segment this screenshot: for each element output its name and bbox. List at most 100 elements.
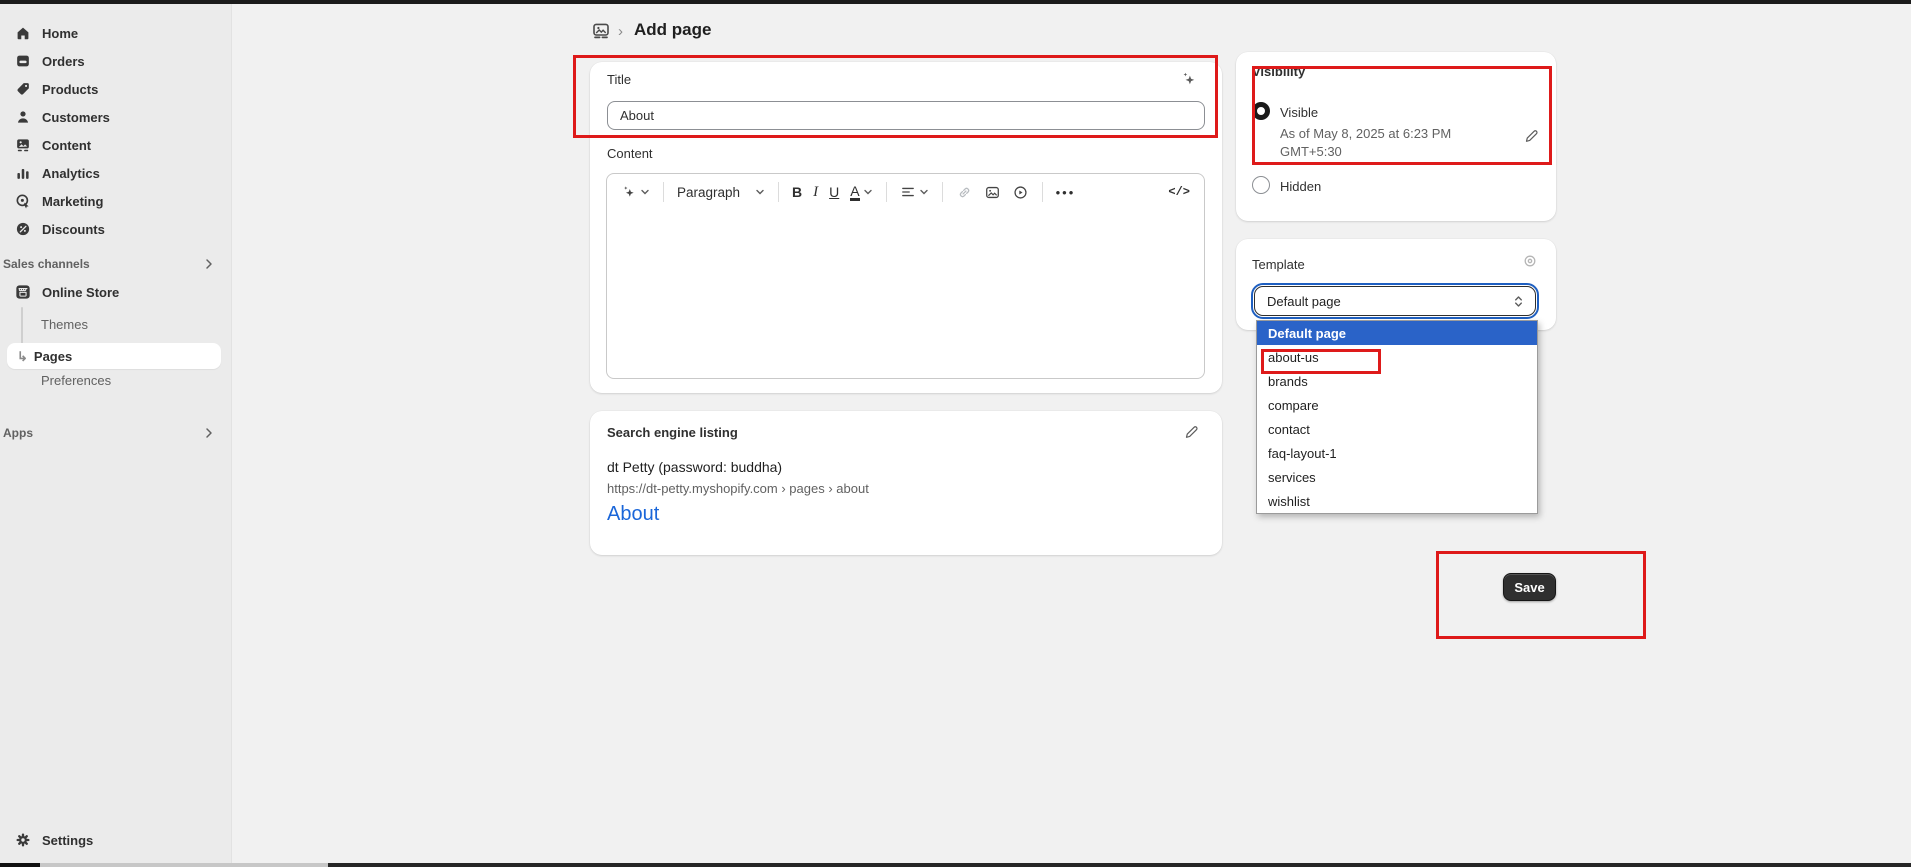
seo-card: Search engine listing dt Petty (password… <box>590 411 1222 555</box>
sidebar-item-customers[interactable]: Customers <box>4 103 224 131</box>
ai-sparkle-button[interactable] <box>617 181 654 203</box>
sidebar-item-products[interactable]: Products <box>4 75 224 103</box>
sidebar-item-online-store[interactable]: Online Store <box>4 278 224 306</box>
window-bottom-edge <box>0 863 1911 867</box>
alignment-button[interactable] <box>896 181 933 203</box>
link-icon[interactable] <box>952 181 977 204</box>
gear-icon <box>14 831 32 849</box>
sidebar-item-label: Discounts <box>42 222 105 237</box>
page-title: Add page <box>634 20 711 40</box>
bold-button[interactable]: B <box>788 181 806 203</box>
content-icon <box>14 136 32 154</box>
chevron-right-icon[interactable] <box>203 258 215 270</box>
visible-radio[interactable] <box>1252 102 1270 120</box>
insert-video-icon[interactable] <box>1008 181 1033 204</box>
dropdown-option-wishlist[interactable]: wishlist <box>1257 489 1537 513</box>
template-selected-value: Default page <box>1267 294 1341 309</box>
dropdown-option-default-page[interactable]: Default page <box>1257 321 1537 345</box>
italic-button[interactable]: I <box>809 181 822 204</box>
insert-image-icon[interactable] <box>980 181 1005 204</box>
page-breadcrumb-icon[interactable] <box>591 21 611 41</box>
bottom-edge-segment <box>0 863 40 867</box>
rich-text-editor[interactable]: Paragraph B I U A <box>606 173 1205 379</box>
title-input[interactable] <box>607 101 1205 130</box>
sidebar-item-analytics[interactable]: Analytics <box>4 159 224 187</box>
toolbar-divider <box>778 182 779 202</box>
sidebar-item-pages-active[interactable]: ↳ Pages <box>7 343 221 369</box>
bottom-scrollbar-thumb[interactable] <box>40 863 328 867</box>
edit-pencil-icon[interactable] <box>1184 424 1200 440</box>
edit-pencil-icon[interactable] <box>1524 128 1540 144</box>
sidebar-item-label: Orders <box>42 54 85 69</box>
sidebar-item-home[interactable]: Home <box>4 19 224 47</box>
content-label: Content <box>607 146 653 161</box>
online-store-icon <box>14 283 32 301</box>
dropdown-option-compare[interactable]: compare <box>1257 393 1537 417</box>
window-top-edge <box>0 0 1911 4</box>
magic-sparkle-icon[interactable] <box>1180 70 1198 88</box>
sidebar-item-themes[interactable]: Themes <box>41 317 88 332</box>
sidebar-item-orders[interactable]: Orders <box>4 47 224 75</box>
template-dropdown-list: Default page about-us brands compare con… <box>1256 320 1538 514</box>
apps-label: Apps <box>3 426 33 440</box>
sidebar-item-label: Analytics <box>42 166 100 181</box>
shopify-admin-add-page: Home Orders Products Customers Content A… <box>0 0 1911 867</box>
orders-icon <box>14 52 32 70</box>
tree-arrow-icon: ↳ <box>17 350 28 363</box>
seo-url: https://dt-petty.myshopify.com › pages ›… <box>607 481 869 496</box>
chevron-right-icon[interactable] <box>203 427 215 439</box>
dropdown-option-faq-layout-1[interactable]: faq-layout-1 <box>1257 441 1537 465</box>
code-view-button[interactable]: </> <box>1164 182 1194 202</box>
title-label: Title <box>607 72 631 87</box>
sidebar-item-preferences[interactable]: Preferences <box>41 373 111 388</box>
breadcrumb-separator: › <box>618 23 623 40</box>
sidebar-item-label: Settings <box>42 833 93 848</box>
sidebar-item-marketing[interactable]: Marketing <box>4 187 224 215</box>
underline-button[interactable]: U <box>825 181 843 203</box>
visible-label: Visible <box>1280 105 1318 120</box>
sidebar-item-discounts[interactable]: Discounts <box>4 215 224 243</box>
visibility-heading: Visibility <box>1252 64 1305 79</box>
title-content-card: Title Content Paragraph B I U A <box>590 62 1222 393</box>
analytics-icon <box>14 164 32 182</box>
hidden-label: Hidden <box>1280 179 1321 194</box>
sidebar-item-label: Products <box>42 82 98 97</box>
dropdown-option-contact[interactable]: contact <box>1257 417 1537 441</box>
toolbar-divider <box>663 182 664 202</box>
select-updown-icon <box>1512 294 1525 309</box>
hidden-radio[interactable] <box>1252 176 1270 194</box>
sidebar-item-label: Content <box>42 138 91 153</box>
sidebar: Home Orders Products Customers Content A… <box>0 4 232 863</box>
sidebar-item-settings[interactable]: Settings <box>4 826 224 854</box>
visible-date-note: As of May 8, 2025 at 6:23 PM GMT+5:30 <box>1280 125 1465 161</box>
seo-site-name: dt Petty (password: buddha) <box>607 459 782 475</box>
more-options-button[interactable]: ••• <box>1052 182 1080 203</box>
discounts-icon <box>14 220 32 238</box>
view-eye-icon[interactable] <box>1522 253 1538 269</box>
customers-icon <box>14 108 32 126</box>
toolbar-divider <box>942 182 943 202</box>
seo-page-title-link[interactable]: About <box>607 503 659 526</box>
products-icon <box>14 80 32 98</box>
toolbar-divider <box>1042 182 1043 202</box>
text-color-label: A <box>850 184 859 201</box>
template-select[interactable]: Default page <box>1254 286 1536 316</box>
dropdown-option-services[interactable]: services <box>1257 465 1537 489</box>
editor-content-area[interactable] <box>607 210 1204 378</box>
sidebar-item-label: Home <box>42 26 78 41</box>
template-card: Template Default page <box>1236 239 1556 330</box>
sidebar-item-label: Marketing <box>42 194 103 209</box>
sales-channels-label: Sales channels <box>3 257 90 271</box>
sidebar-item-label: Customers <box>42 110 110 125</box>
save-button[interactable]: Save <box>1503 573 1556 601</box>
paragraph-style-label: Paragraph <box>677 185 752 200</box>
template-label: Template <box>1252 257 1305 272</box>
chevron-down-icon <box>640 187 650 197</box>
dropdown-option-about-us[interactable]: about-us <box>1257 345 1537 369</box>
sidebar-item-content[interactable]: Content <box>4 131 224 159</box>
dropdown-option-brands[interactable]: brands <box>1257 369 1537 393</box>
editor-toolbar: Paragraph B I U A <box>607 174 1204 210</box>
paragraph-style-dropdown[interactable]: Paragraph <box>673 182 769 203</box>
seo-heading: Search engine listing <box>607 425 738 440</box>
text-color-button[interactable]: A <box>846 181 876 204</box>
